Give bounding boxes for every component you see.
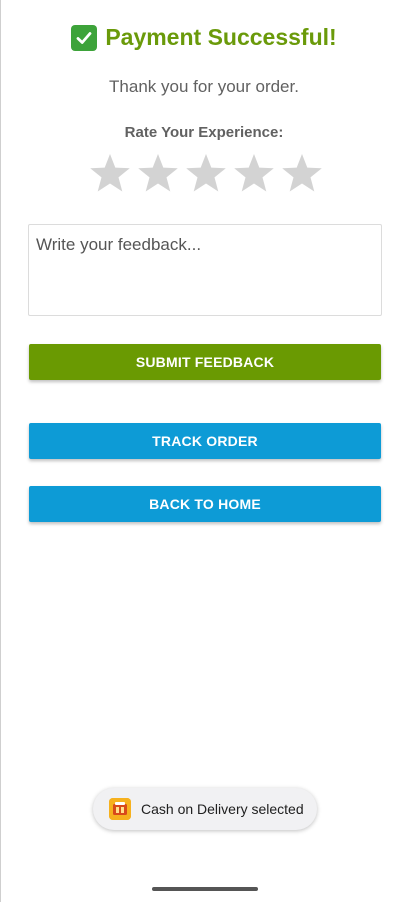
gesture-navigation-bar[interactable] — [152, 887, 258, 891]
payment-success-screen: Payment Successful! Thank you for your o… — [0, 0, 406, 902]
track-order-button[interactable]: TRACK ORDER — [29, 423, 381, 459]
page-title: Payment Successful! — [105, 24, 337, 50]
star-rating — [88, 152, 324, 198]
star-icon[interactable] — [88, 152, 132, 196]
submit-feedback-button[interactable]: SUBMIT FEEDBACK — [29, 344, 381, 380]
feedback-input[interactable] — [28, 224, 382, 316]
toast-text: Cash on Delivery selected — [141, 801, 304, 817]
check-mark-icon — [71, 24, 98, 51]
star-icon[interactable] — [232, 152, 276, 196]
star-icon[interactable] — [136, 152, 180, 196]
star-icon[interactable] — [184, 152, 228, 196]
thank-you-message: Thank you for your order. — [109, 77, 299, 96]
app-icon — [109, 798, 131, 820]
back-to-home-button[interactable]: BACK TO HOME — [29, 486, 381, 522]
title-row: Payment Successful! — [1, 24, 406, 51]
star-icon[interactable] — [280, 152, 324, 196]
rating-label: Rate Your Experience: — [124, 124, 284, 141]
toast-message: Cash on Delivery selected — [93, 788, 317, 830]
